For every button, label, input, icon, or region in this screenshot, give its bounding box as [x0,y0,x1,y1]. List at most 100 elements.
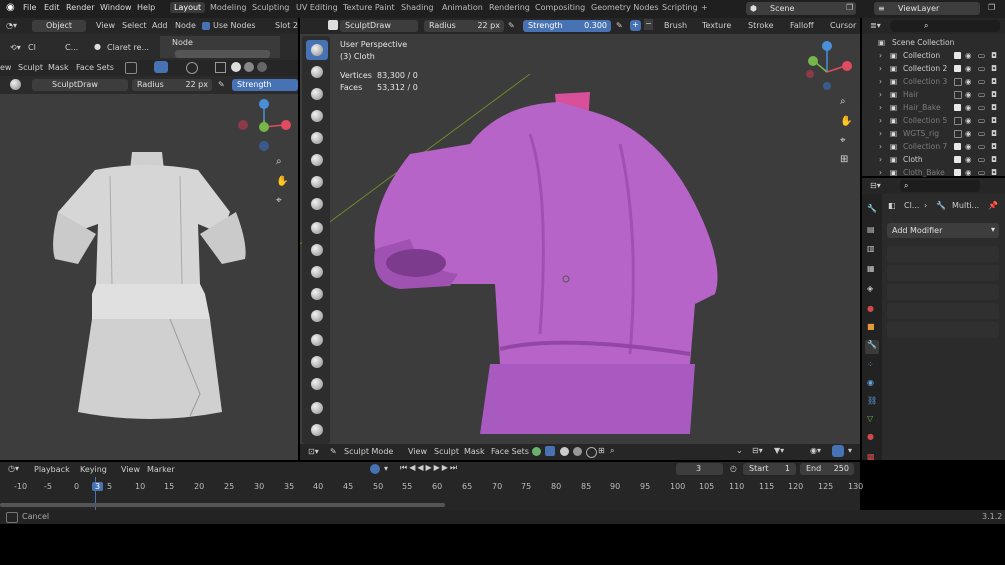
expand-arrow-icon[interactable]: › [879,116,887,125]
exclude-checkbox[interactable] [954,169,961,176]
properties-search-input[interactable]: ⌕ [900,180,980,192]
physics-tab-icon[interactable]: ◉ [867,378,874,387]
viewport-brush-selector[interactable]: SculptDraw [340,20,418,32]
tool-tab-icon[interactable]: 🔧 [867,204,877,213]
outliner-item[interactable]: › ▣ Collection 5 ◉ ▭ ◘ [868,114,1005,127]
object-tab-icon[interactable]: ■ [867,322,875,331]
proportional-icon[interactable]: ⊟▾ [752,446,763,455]
gizmo-x-icon[interactable] [281,120,291,130]
monitor-icon[interactable]: ▭ [978,51,986,60]
render-camera-icon[interactable]: ◘ [991,90,999,99]
monitor-icon[interactable]: ▭ [978,64,986,73]
viewport-radius-field[interactable]: Radius 22 px [424,20,504,32]
tool-flatten[interactable] [306,262,328,282]
tab-rendering[interactable]: Rendering [489,3,530,12]
menu-marker[interactable]: Marker [147,465,175,474]
eye-icon[interactable]: ◉ [965,155,973,164]
exclude-checkbox[interactable] [954,78,962,86]
eye-icon[interactable]: ◉ [965,116,973,125]
scene-tab-icon[interactable]: ◈ [867,284,873,293]
tab-uv-editing[interactable]: UV Editing [296,3,338,12]
menu-sculpt-left[interactable]: Sculpt [18,63,43,72]
shading-mode-icon[interactable] [532,447,541,456]
render-camera-icon[interactable]: ◘ [991,116,999,125]
monitor-icon[interactable]: ▭ [978,129,986,138]
tab-shading[interactable]: Shading [401,3,434,12]
overlay-main-icon[interactable]: ⊞ [598,446,605,455]
shading-render-icon[interactable] [573,447,582,456]
tab-animation[interactable]: Animation [442,3,483,12]
view-layer-tab-icon[interactable]: ▦ [867,264,875,273]
tool-grab[interactable] [306,374,328,394]
tab-modeling[interactable]: Modeling [210,3,246,12]
tool-pinch[interactable] [306,352,328,372]
menu-facesets-main[interactable]: Face Sets [491,447,529,456]
material-shading-icon[interactable] [244,62,254,72]
zoom-icon[interactable]: ⌕ [276,156,282,167]
exclude-checkbox[interactable] [954,143,961,150]
tab-sculpting[interactable]: Sculpting [252,3,289,12]
gizmo-toggle-icon[interactable] [154,61,168,73]
tool-multiplane-scrape[interactable] [306,330,328,350]
main-gizmo-neg-x-icon[interactable] [806,70,814,78]
menu-help[interactable]: Help [137,3,155,12]
modifier-tab-icon[interactable]: 🔧 [865,340,879,354]
eye-icon[interactable]: ◉ [965,129,973,138]
gizmo-z-icon[interactable] [259,99,269,109]
expand-arrow-icon[interactable]: › [879,64,887,73]
exclude-checkbox[interactable] [954,52,961,59]
menu-stroke[interactable]: Stroke [748,21,774,30]
menu-keying[interactable]: Keying [80,465,107,474]
menu-node-left[interactable]: Node [175,21,196,30]
modifier-row[interactable] [887,246,999,262]
expand-arrow-icon[interactable]: › [879,168,887,177]
outliner-item[interactable]: › ▣ Cloth ◉ ▭ ◘ [868,153,1005,166]
timeline-type-icon[interactable]: ◷▾ [8,464,19,473]
expand-arrow-icon[interactable]: › [879,142,887,151]
main-zoom-icon[interactable]: ⌕ [840,96,846,107]
tool-draw-sharp[interactable] [306,62,328,82]
expand-arrow-icon[interactable]: › [879,77,887,86]
auto-key-icon[interactable] [370,464,380,474]
tab-geometry-nodes[interactable]: Geometry Nodes [591,3,658,12]
expand-arrow-icon[interactable]: › [879,90,887,99]
outliner-item[interactable]: › ▣ Collection 2 ◉ ▭ ◘ [868,62,1005,75]
viewlayer-selector[interactable]: ≡ ViewLayer [874,2,980,15]
pan-hand-icon[interactable]: ✋ [276,176,288,187]
output-tab-icon[interactable]: ▥ [867,244,875,253]
search-main-icon[interactable]: ⌕ [610,446,614,456]
menu-render[interactable]: Render [66,3,94,12]
eye-icon[interactable]: ◉ [965,90,973,99]
eye-icon[interactable]: ◉ [965,168,973,177]
brush-preview-icon[interactable] [328,20,338,30]
properties-type-icon[interactable]: ⊟▾ [870,181,881,190]
outliner-item[interactable]: › ▣ WGTS_rig ◉ ▭ ◘ [868,127,1005,140]
expand-arrow-icon[interactable]: › [879,155,887,164]
outliner-item[interactable]: › ▣ Collection 3 ◉ ▭ ◘ [868,75,1005,88]
material-name[interactable]: Claret re... [107,43,149,52]
outliner-item[interactable]: › ▣ Hair ◉ ▭ ◘ [868,88,1005,101]
render-camera-icon[interactable]: ◘ [991,103,999,112]
tool-elastic-deform[interactable] [306,398,328,418]
render-camera-icon[interactable]: ◘ [991,142,999,151]
filter-icon[interactable]: ▼▾ [774,446,784,455]
gizmo-main-toggle-icon[interactable] [832,445,844,457]
solid-shading-icon[interactable] [231,62,241,72]
blender-logo-icon[interactable]: ◉ [6,2,15,13]
outliner-item[interactable]: › ▣ Hair_Bake ◉ ▭ ◘ [868,101,1005,114]
tab-layout[interactable]: Layout [170,2,206,13]
tab-texture-paint[interactable]: Texture Paint [343,3,395,12]
render-camera-icon[interactable]: ◘ [991,168,999,177]
shading-material-icon[interactable] [560,447,569,456]
monitor-icon[interactable]: ▭ [978,142,986,151]
world-tab-icon[interactable]: ● [867,304,874,313]
main-gizmo-z-icon[interactable] [822,41,832,51]
outliner-item[interactable]: › ▣ Collection 7 ◉ ▭ ◘ [868,140,1005,153]
menu-mask-left[interactable]: Mask [48,63,69,72]
menu-file[interactable]: File [23,3,36,12]
tool-smooth[interactable] [306,240,328,260]
brush-selector[interactable]: SculptDraw [32,79,128,91]
tool-snake-hook[interactable] [306,420,328,440]
monitor-icon[interactable]: ▭ [978,155,986,164]
menu-playback[interactable]: Playback [34,465,70,474]
